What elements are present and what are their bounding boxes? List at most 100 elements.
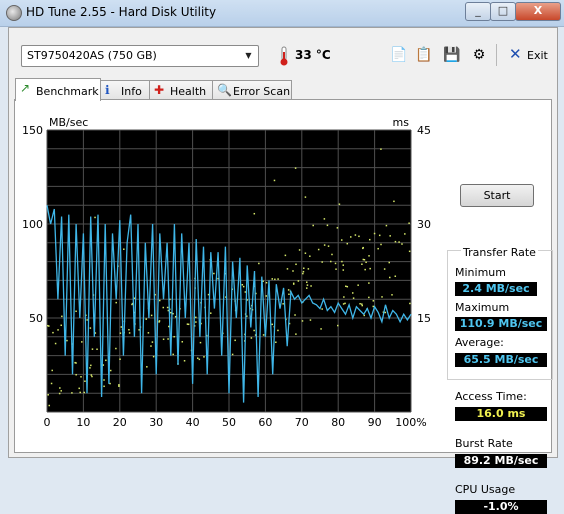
tab-benchmark-label: Benchmark bbox=[36, 85, 99, 98]
tab-health[interactable]: ✚ Health bbox=[149, 80, 213, 100]
access-time-point bbox=[253, 329, 255, 332]
right-tick-label: 15 bbox=[417, 312, 431, 325]
access-time-point bbox=[90, 374, 93, 376]
access-time-point bbox=[271, 323, 274, 326]
access-time-point bbox=[292, 283, 295, 285]
access-time-point bbox=[365, 261, 367, 264]
access-time-point bbox=[401, 243, 403, 245]
access-time-point bbox=[59, 387, 61, 389]
access-time-point bbox=[302, 272, 304, 275]
access-time-point bbox=[342, 269, 345, 271]
start-button[interactable]: Start bbox=[460, 184, 534, 207]
access-time-point bbox=[380, 148, 382, 150]
drive-select[interactable]: ST9750420AS (750 GB) ▼ bbox=[21, 45, 259, 67]
access-time-point bbox=[210, 312, 212, 314]
left-tick-label: 150 bbox=[22, 124, 43, 137]
minimum-value: 2.4 MB/sec bbox=[455, 282, 537, 296]
access-time-point bbox=[368, 238, 371, 241]
access-time-point bbox=[352, 297, 355, 299]
tab-benchmark[interactable]: ↗ Benchmark bbox=[15, 78, 101, 101]
x-tick-label: 10 bbox=[76, 416, 90, 429]
access-time-point bbox=[295, 263, 297, 266]
access-time-point bbox=[305, 281, 308, 283]
benchmark-chart: 0 10 20 30 40 50 60 70 80 90 100% 150 100 50 45 30 15 MB/… bbox=[22, 116, 431, 429]
access-time-point bbox=[258, 262, 260, 265]
access-time-point bbox=[391, 294, 393, 296]
access-time-point bbox=[377, 247, 379, 250]
access-time-point bbox=[305, 287, 308, 289]
access-time-point bbox=[52, 331, 54, 334]
access-time-point bbox=[213, 272, 215, 275]
x-tick-label: 80 bbox=[331, 416, 345, 429]
access-time-point bbox=[303, 267, 305, 270]
x-tick-label: 90 bbox=[368, 416, 382, 429]
access-time-point bbox=[115, 301, 117, 304]
access-time-point bbox=[344, 302, 346, 305]
copy-icon[interactable]: 📄 bbox=[389, 45, 409, 65]
x-tick-label: 20 bbox=[113, 416, 127, 429]
access-time-point bbox=[309, 255, 311, 257]
options-icon[interactable]: ⚙ bbox=[469, 45, 489, 65]
chevron-down-icon[interactable]: ▼ bbox=[242, 49, 255, 62]
access-time-point bbox=[383, 268, 386, 270]
minimize-button[interactable]: _ bbox=[465, 2, 491, 21]
access-time-point bbox=[151, 341, 154, 343]
access-time-point bbox=[335, 268, 337, 270]
access-time-point bbox=[320, 328, 322, 330]
access-time-point bbox=[74, 361, 76, 364]
access-time-point bbox=[198, 358, 201, 361]
app-icon bbox=[6, 5, 22, 21]
access-time-point bbox=[275, 341, 277, 344]
access-time-point bbox=[393, 200, 395, 203]
access-time-point bbox=[288, 293, 290, 296]
left-tick-label: 100 bbox=[22, 218, 43, 231]
access-time-point bbox=[86, 319, 88, 321]
access-time-point bbox=[321, 308, 323, 310]
access-time-point bbox=[66, 339, 68, 342]
close-button[interactable]: X bbox=[515, 2, 561, 21]
copy-all-icon[interactable]: 📋 bbox=[414, 45, 434, 65]
tab-error-scan[interactable]: 🔍 Error Scan bbox=[212, 80, 292, 100]
access-time-point bbox=[186, 323, 189, 325]
access-time-point bbox=[80, 376, 82, 378]
x-tick-label: 60 bbox=[258, 416, 272, 429]
right-tick-label: 30 bbox=[417, 218, 431, 231]
save-icon[interactable]: 💾 bbox=[442, 45, 462, 65]
burst-rate-label: Burst Rate bbox=[455, 437, 513, 450]
access-time-point bbox=[404, 233, 406, 235]
access-time-point bbox=[159, 299, 161, 302]
access-time-point bbox=[282, 303, 284, 305]
access-time-point bbox=[336, 227, 339, 229]
access-time-point bbox=[54, 342, 57, 345]
access-time-point bbox=[274, 278, 276, 281]
cpu-usage-value: -1.0% bbox=[455, 500, 547, 514]
access-time-point bbox=[96, 348, 98, 351]
access-time-point bbox=[409, 302, 411, 305]
access-time-point bbox=[369, 267, 371, 270]
access-time-point bbox=[253, 212, 256, 215]
access-time-point bbox=[294, 314, 296, 316]
exit-button[interactable]: Exit bbox=[527, 49, 548, 62]
access-time-point bbox=[90, 364, 92, 367]
access-time-point bbox=[118, 385, 120, 388]
access-time-point bbox=[61, 315, 63, 318]
access-time-point bbox=[50, 382, 53, 385]
exit-icon[interactable]: ✕ bbox=[509, 45, 522, 63]
maximize-button[interactable]: □ bbox=[490, 2, 516, 21]
access-time-point bbox=[334, 262, 337, 265]
access-time-point bbox=[361, 304, 363, 307]
access-time-point bbox=[265, 281, 268, 284]
access-time-point bbox=[241, 284, 244, 286]
access-time-point bbox=[51, 369, 53, 372]
access-time-point bbox=[408, 250, 411, 253]
toolbar-divider bbox=[496, 44, 497, 66]
tab-info[interactable]: ℹ Info bbox=[100, 80, 150, 100]
access-time-point bbox=[71, 392, 73, 394]
access-time-point bbox=[78, 387, 80, 390]
x-tick-label: 40 bbox=[186, 416, 200, 429]
window-title: HD Tune 2.55 - Hard Disk Utility bbox=[26, 5, 217, 19]
access-time-point bbox=[309, 319, 312, 321]
temperature-readout: 33 °C bbox=[295, 48, 331, 62]
access-time-point bbox=[234, 339, 236, 342]
health-icon: ✚ bbox=[154, 83, 165, 97]
